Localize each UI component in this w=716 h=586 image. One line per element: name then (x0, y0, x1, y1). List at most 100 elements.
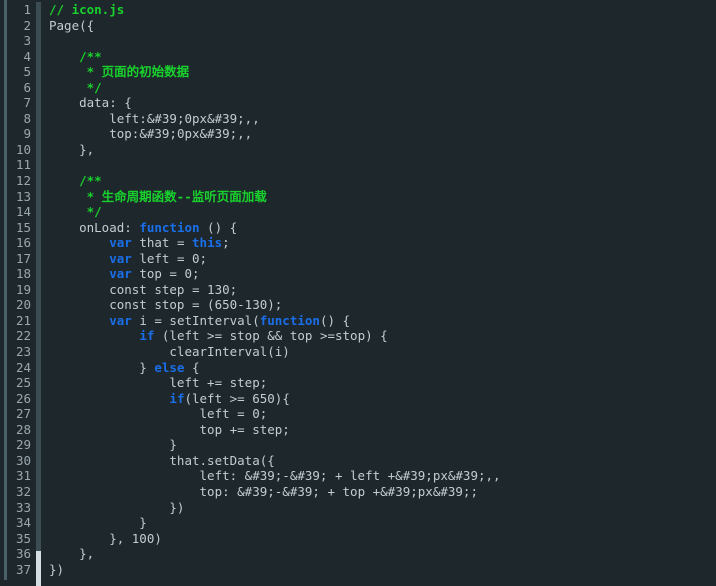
code-token-plain: that.setData({ (49, 452, 275, 468)
code-line[interactable]: }) (49, 562, 716, 578)
code-line[interactable]: }, 100) (49, 531, 716, 547)
code-token-string: , (252, 110, 260, 126)
code-token-comment: */ (49, 79, 102, 95)
code-token-plain: that = (131, 235, 193, 251)
code-line[interactable]: left:&#39;0px&#39;,, (49, 111, 716, 127)
code-token-string: , (493, 468, 501, 484)
code-token-plain: top: (49, 483, 238, 499)
code-token-string: &#39;0px&#39;, (139, 126, 245, 142)
code-line[interactable]: top: &#39;-&#39; + top +&#39;px&#39;; (49, 484, 716, 500)
code-token-plain: { (184, 359, 200, 375)
code-token-plain: data: { (49, 95, 132, 111)
code-token-plain: () { (319, 312, 351, 328)
code-token-kw: var (109, 312, 132, 328)
code-token-plain: left: (49, 468, 245, 484)
code-token-string: &#39;-&#39; + left +&#39;px&#39;, (244, 468, 494, 484)
code-line[interactable]: top += step; (49, 422, 716, 438)
code-line[interactable]: /** (49, 49, 716, 65)
code-token-kw: function (259, 312, 320, 328)
code-token-plain: }) (49, 561, 65, 577)
code-token-kw: var (109, 235, 132, 251)
code-token-plain: top: (49, 126, 140, 142)
code-token-string: , (244, 126, 253, 142)
code-token-plain: const stop = (650-130); (49, 297, 283, 313)
code-token-plain: }, (49, 546, 95, 562)
code-line[interactable]: */ (49, 204, 716, 220)
code-token-plain: clearInterval(i) (49, 344, 290, 360)
code-line[interactable]: Page({ (49, 18, 716, 34)
code-line[interactable]: var that = this; (49, 235, 716, 251)
code-token-string: &#39;0px&#39;, (146, 110, 253, 126)
code-token-comment: */ (49, 204, 102, 220)
code-line[interactable]: data: { (49, 95, 716, 111)
code-line[interactable]: onLoad: function () { (49, 220, 716, 236)
code-line[interactable]: var left = 0; (49, 251, 716, 267)
code-line[interactable]: if (left >= stop && top >=stop) { (49, 328, 716, 344)
code-line[interactable]: clearInterval(i) (49, 344, 716, 360)
code-token-plain: }, (49, 141, 95, 157)
code-token-kw: else (154, 359, 185, 375)
code-token-plain: top = 0; (131, 266, 200, 282)
code-token-kw: if (169, 390, 185, 406)
code-line[interactable]: */ (49, 80, 716, 96)
code-line[interactable]: const step = 130; (49, 282, 716, 298)
code-token-kw: function (139, 219, 200, 235)
code-token-plain: (left >= 650){ (184, 390, 290, 406)
gutter-separator (34, 2, 41, 586)
code-line[interactable]: // icon.js (49, 2, 716, 18)
code-token-plain: } (49, 515, 147, 531)
code-line[interactable]: const stop = (650-130); (49, 297, 716, 313)
code-token-plain: left = 0; (49, 406, 268, 422)
code-line[interactable] (49, 33, 716, 49)
code-token-string: ; (470, 483, 478, 499)
code-token-comment: // icon.js (49, 2, 125, 17)
code-token-kw: var (109, 266, 132, 282)
code-line[interactable]: top:&#39;0px&#39;,, (49, 126, 716, 142)
code-line[interactable]: }) (49, 500, 716, 516)
code-line[interactable]: }, (49, 142, 716, 158)
code-line[interactable]: * 页面的初始数据 (49, 64, 716, 80)
code-token-plain: }) (49, 499, 185, 515)
code-token-plain: const step = 130; (49, 281, 238, 297)
code-token-plain: Page({ (49, 17, 95, 33)
code-lines[interactable]: // icon.js Page({ /** * 页面的初始数据 */ data: … (41, 2, 716, 586)
code-line[interactable]: that.setData({ (49, 453, 716, 469)
code-line[interactable]: } (49, 437, 716, 453)
code-token-comment: * 生命周期函数--监听页面加载 (49, 188, 267, 204)
code-token-kw: this (192, 235, 223, 251)
code-line[interactable] (49, 157, 716, 173)
code-token-kw: if (139, 328, 155, 344)
code-token-plain: } (49, 359, 155, 375)
code-line[interactable]: left: &#39;-&#39; + left +&#39;px&#39;,, (49, 468, 716, 484)
code-line[interactable]: var i = setInterval(function() { (49, 313, 716, 329)
code-token-comment: * 页面的初始数据 (49, 64, 190, 80)
code-token-plain: } (49, 437, 177, 453)
code-line[interactable]: if(left >= 650){ (49, 391, 716, 407)
code-line[interactable]: left = 0; (49, 406, 716, 422)
code-line[interactable]: } else { (49, 360, 716, 376)
code-line[interactable]: left += step; (49, 375, 716, 391)
code-token-string: &#39;-&#39; + top +&#39;px&#39; (237, 483, 471, 499)
code-token-kw: var (109, 250, 132, 266)
code-token-plain: }, 100) (49, 530, 162, 546)
code-viewer[interactable]: 1 2 3 4 5 6 7 8 9 10 11 12 13 14 15 16 17 18 19 20 21 22 23 24 2… (0, 0, 716, 586)
code-token-plain: top += step; (49, 421, 290, 437)
accent-rail (4, 0, 7, 580)
code-token-plain: left = 0; (131, 250, 208, 266)
code-token-comment: /** (49, 173, 102, 189)
code-token-plain: left += step; (49, 375, 268, 391)
code-line[interactable]: var top = 0; (49, 266, 716, 282)
code-token-plain: left: (49, 110, 147, 126)
code-token-plain: () { (199, 219, 238, 235)
code-line[interactable]: /** (49, 173, 716, 189)
code-token-plain: ; (222, 235, 230, 251)
code-line[interactable]: * 生命周期函数--监听页面加载 (49, 189, 716, 205)
code-line[interactable]: } (49, 515, 716, 531)
code-line[interactable]: }, (49, 546, 716, 562)
